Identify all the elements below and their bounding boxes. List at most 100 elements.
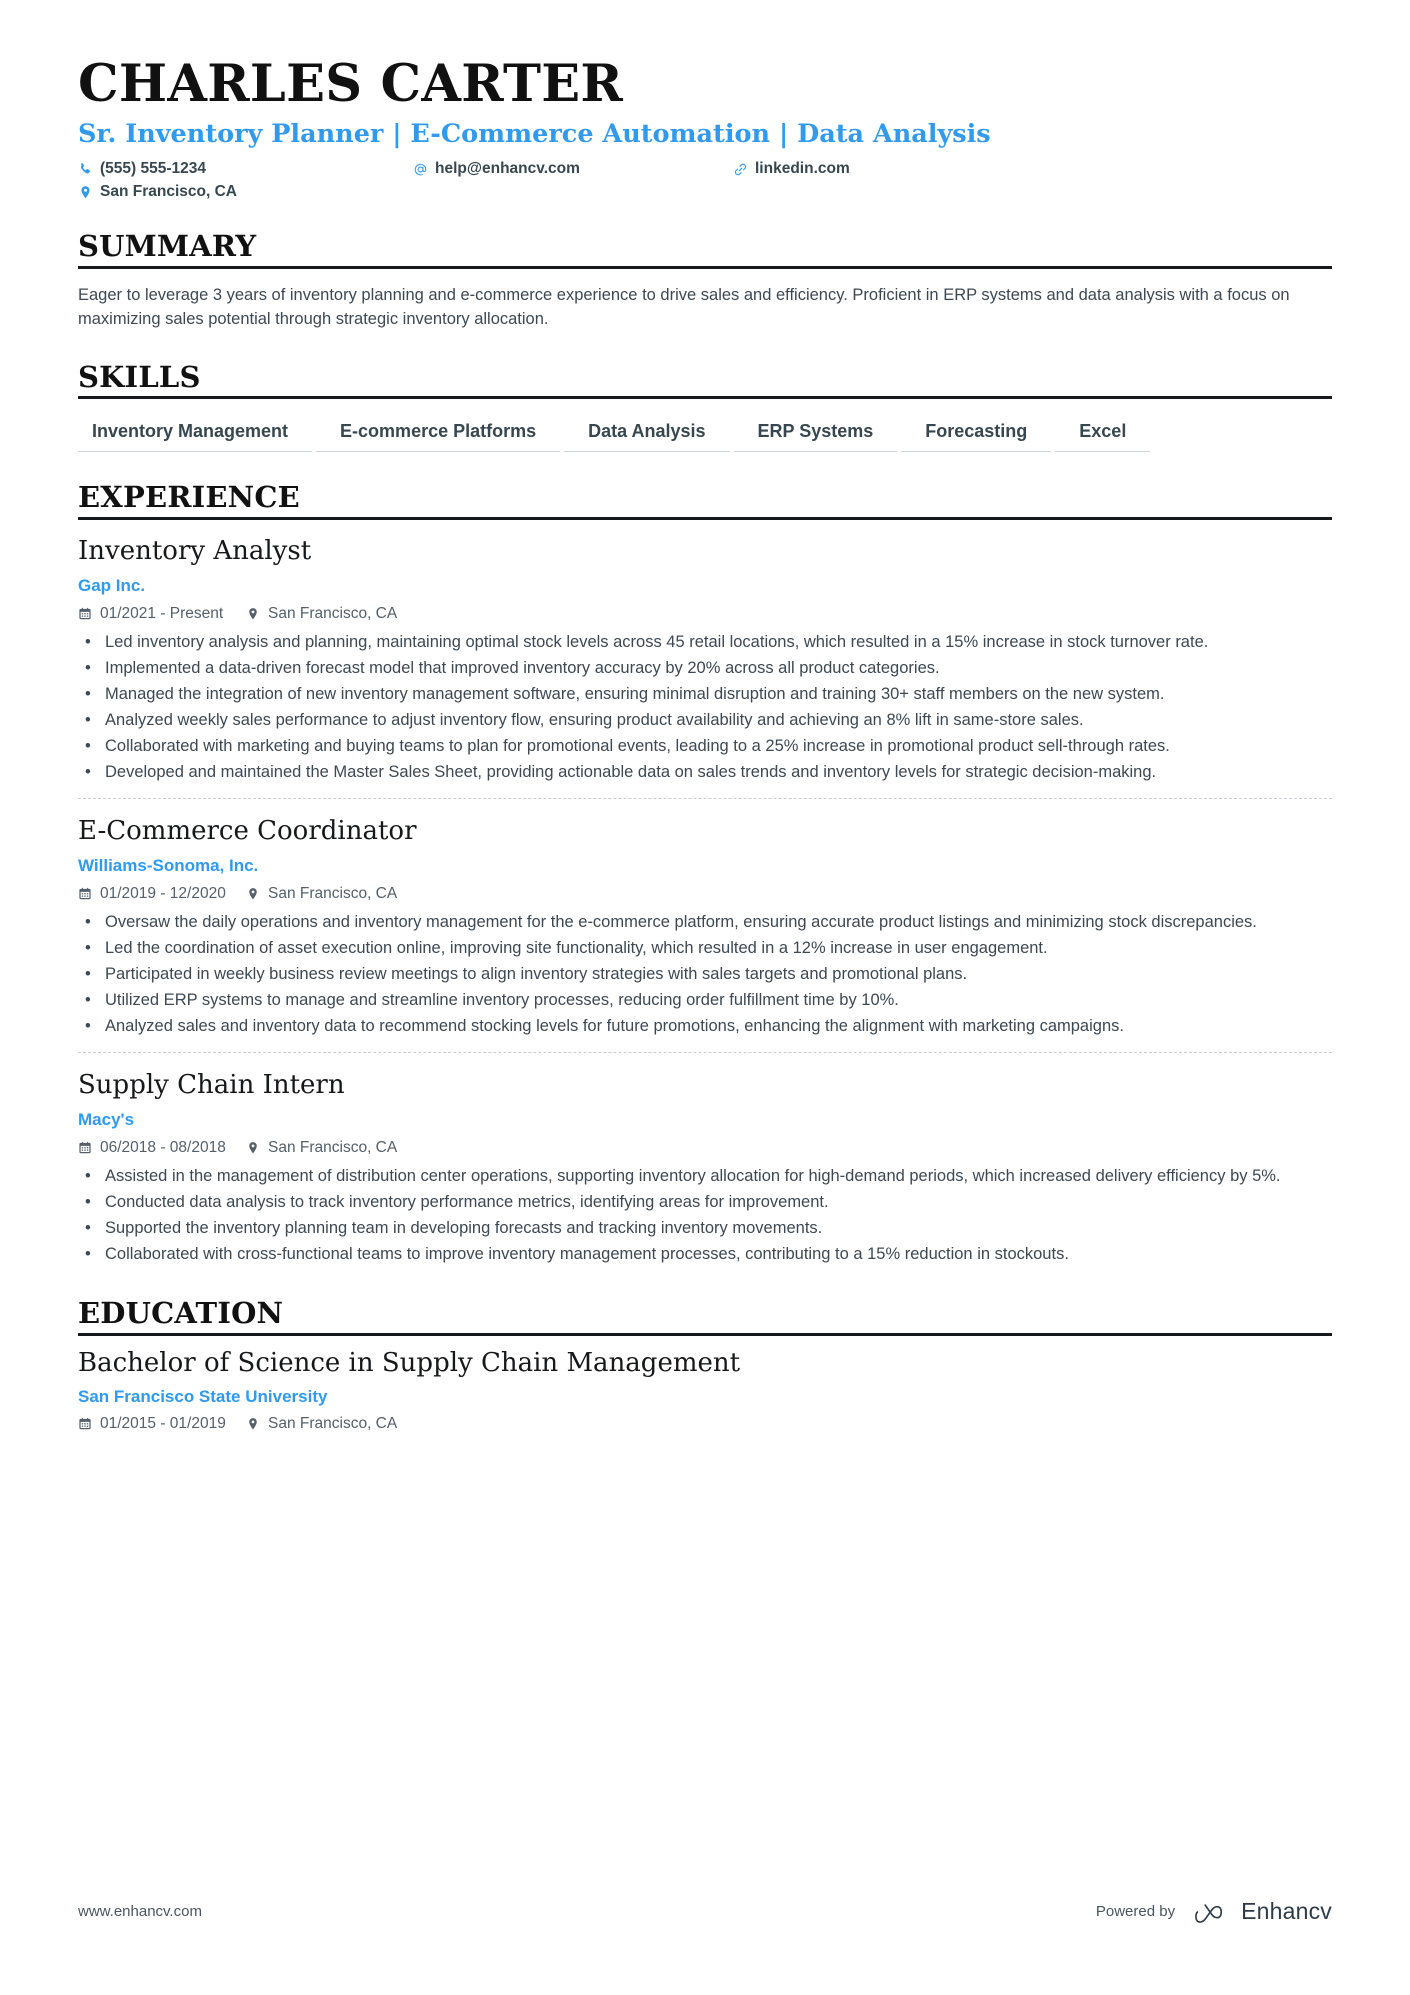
brand-name: Enhancv — [1241, 1898, 1332, 1924]
contact-phone[interactable]: (555) 555-1234 — [78, 160, 413, 178]
experience-bullet-text: Led inventory analysis and planning, mai… — [105, 633, 1209, 652]
experience-bullet: • Utilized ERP systems to manage and stre… — [78, 988, 1303, 1014]
experience-dates-text: 06/2018 - 08/2018 — [100, 1139, 226, 1157]
experience-bullets: • Oversaw the daily operations and invent… — [78, 910, 1332, 1040]
calendar-icon — [78, 607, 92, 621]
skill-tag: ERP Systems — [733, 421, 898, 453]
contact-row-primary: (555) 555-1234 help@enhancv.com linkedin… — [78, 160, 1332, 178]
experience-meta: 01/2019 - 12/2020 San Francisco, CA — [78, 885, 1332, 903]
contact-location: San Francisco, CA — [78, 183, 413, 201]
experience-bullet-text: Conducted data analysis to track invento… — [105, 1193, 829, 1212]
experience-location-text: San Francisco, CA — [268, 885, 398, 903]
map-pin-icon — [246, 1417, 260, 1431]
experience-company[interactable]: Macy's — [78, 1109, 1332, 1131]
bullet-marker: • — [85, 1016, 91, 1035]
experience-bullet-text: Analyzed weekly sales performance to adj… — [105, 710, 1084, 729]
experience-bullet: • Supported the inventory planning team i… — [78, 1216, 1303, 1242]
phone-icon — [78, 162, 93, 177]
experience-bullet-text: Collaborated with marketing and buying t… — [105, 736, 1170, 755]
calendar-icon — [78, 887, 92, 901]
experience-bullet-text: Developed and maintained the Master Sale… — [105, 762, 1157, 781]
bullet-marker: • — [85, 1219, 91, 1238]
bullet-marker: • — [85, 990, 91, 1009]
education-dates: 01/2015 - 01/2019 — [78, 1415, 246, 1433]
experience-bullet: • Developed and maintained the Master Sal… — [78, 760, 1303, 786]
education-item: Bachelor of Science in Supply Chain Mana… — [78, 1347, 1332, 1434]
education-dates-text: 01/2015 - 01/2019 — [100, 1415, 226, 1433]
calendar-icon — [78, 1141, 92, 1155]
skills-section-title: SKILLS — [78, 359, 201, 394]
bullet-marker: • — [85, 762, 91, 781]
experience-location-text: San Francisco, CA — [268, 1139, 398, 1157]
experience-section-title: EXPERIENCE — [78, 480, 300, 515]
contact-website[interactable]: linkedin.com — [733, 160, 850, 178]
experience-bullet-text: Managed the integration of new inventory… — [105, 684, 1165, 703]
contact-email-text: help@enhancv.com — [435, 160, 580, 178]
skill-tag: Inventory Management — [78, 421, 313, 453]
experience-dates: 01/2021 - Present — [78, 605, 246, 623]
experience-bullet: • Analyzed sales and inventory data to re… — [78, 1014, 1303, 1040]
calendar-icon — [78, 1417, 92, 1431]
experience-location-text: San Francisco, CA — [268, 605, 398, 623]
resume-page: CHARLES CARTER Sr. Inventory Planner | E… — [0, 0, 1410, 1995]
at-sign-icon — [413, 162, 428, 177]
bullet-marker: • — [85, 1167, 91, 1186]
education-list: Bachelor of Science in Supply Chain Mana… — [78, 1347, 1332, 1434]
skills-section: SKILLS Inventory Management E-commerce P… — [78, 359, 1332, 453]
footer-url[interactable]: www.enhancv.com — [78, 1903, 202, 1920]
footer-brand: Powered by Enhancv — [1096, 1898, 1332, 1925]
map-pin-icon — [246, 887, 260, 901]
education-meta: 01/2015 - 01/2019 San Francisco, CA — [78, 1415, 1332, 1433]
education-location-text: San Francisco, CA — [268, 1415, 398, 1433]
experience-bullet: • Collaborated with marketing and buying … — [78, 734, 1303, 760]
summary-section: SUMMARY Eager to leverage 3 years of inv… — [78, 230, 1332, 331]
experience-section: EXPERIENCE Inventory Analyst Gap Inc. 01/2… — [78, 481, 1332, 1268]
bullet-marker: • — [85, 736, 91, 755]
skills-list: Inventory Management E-commerce Platform… — [78, 421, 1332, 453]
experience-bullet: • Led inventory analysis and planning, ma… — [78, 630, 1303, 656]
page-title: CHARLES CARTER — [78, 54, 624, 114]
education-section: EDUCATION Bachelor of Science in Supply … — [78, 1297, 1332, 1433]
experience-bullet: • Managed the integration of new inventor… — [78, 682, 1303, 708]
bullet-marker: • — [85, 939, 91, 958]
experience-meta: 01/2021 - Present San Francisco, CA — [78, 605, 1332, 623]
map-pin-icon — [246, 1141, 260, 1155]
contact-location-text: San Francisco, CA — [100, 183, 237, 201]
bullet-marker: • — [85, 913, 91, 932]
experience-bullet-text: Supported the inventory planning team in… — [105, 1219, 823, 1238]
experience-job-title: E-Commerce Coordinator — [78, 815, 417, 846]
experience-item: Supply Chain Intern Macy's 06/2018 - 08/20… — [78, 1051, 1332, 1268]
experience-dates: 06/2018 - 08/2018 — [78, 1139, 246, 1157]
experience-bullet-text: Implemented a data-driven forecast model… — [105, 659, 940, 678]
experience-location: San Francisco, CA — [246, 885, 397, 903]
experience-location: San Francisco, CA — [246, 1139, 397, 1157]
experience-job-title: Inventory Analyst — [78, 535, 312, 566]
professional-headline: Sr. Inventory Planner | E-Commerce Autom… — [78, 119, 991, 150]
education-location: San Francisco, CA — [246, 1415, 397, 1433]
experience-bullet: • Participated in weekly business review … — [78, 962, 1303, 988]
summary-text: Eager to leverage 3 years of inventory p… — [78, 285, 1290, 328]
education-school[interactable]: San Francisco State University — [78, 1387, 1332, 1407]
map-pin-icon — [78, 185, 93, 200]
experience-company[interactable]: Gap Inc. — [78, 575, 1332, 597]
contact-website-text: linkedin.com — [755, 160, 850, 178]
experience-bullet: • Assisted in the management of distribut… — [78, 1164, 1303, 1190]
bullet-marker: • — [85, 965, 91, 984]
map-pin-icon — [246, 607, 260, 621]
contact-email[interactable]: help@enhancv.com — [413, 160, 733, 178]
bullet-marker: • — [85, 1193, 91, 1212]
bullet-marker: • — [85, 1245, 91, 1264]
bullet-marker: • — [85, 710, 91, 729]
experience-bullet: • Analyzed weekly sales performance to ad… — [78, 708, 1303, 734]
skill-tag: Forecasting — [901, 421, 1052, 453]
experience-item: Inventory Analyst Gap Inc. 01/2021 - Prese… — [78, 531, 1332, 786]
enhancv-mark-icon — [1195, 1903, 1223, 1923]
link-icon — [733, 162, 748, 177]
experience-item: E-Commerce Coordinator Williams-Sonoma, I… — [78, 797, 1332, 1040]
experience-company[interactable]: Williams-Sonoma, Inc. — [78, 855, 1332, 877]
experience-bullet: • Led the coordination of asset execution… — [78, 936, 1303, 962]
experience-bullets: • Led inventory analysis and planning, ma… — [78, 630, 1332, 786]
experience-bullet-text: Analyzed sales and inventory data to rec… — [105, 1016, 1124, 1035]
bullet-marker: • — [85, 659, 91, 678]
skill-tag: Excel — [1055, 421, 1151, 453]
